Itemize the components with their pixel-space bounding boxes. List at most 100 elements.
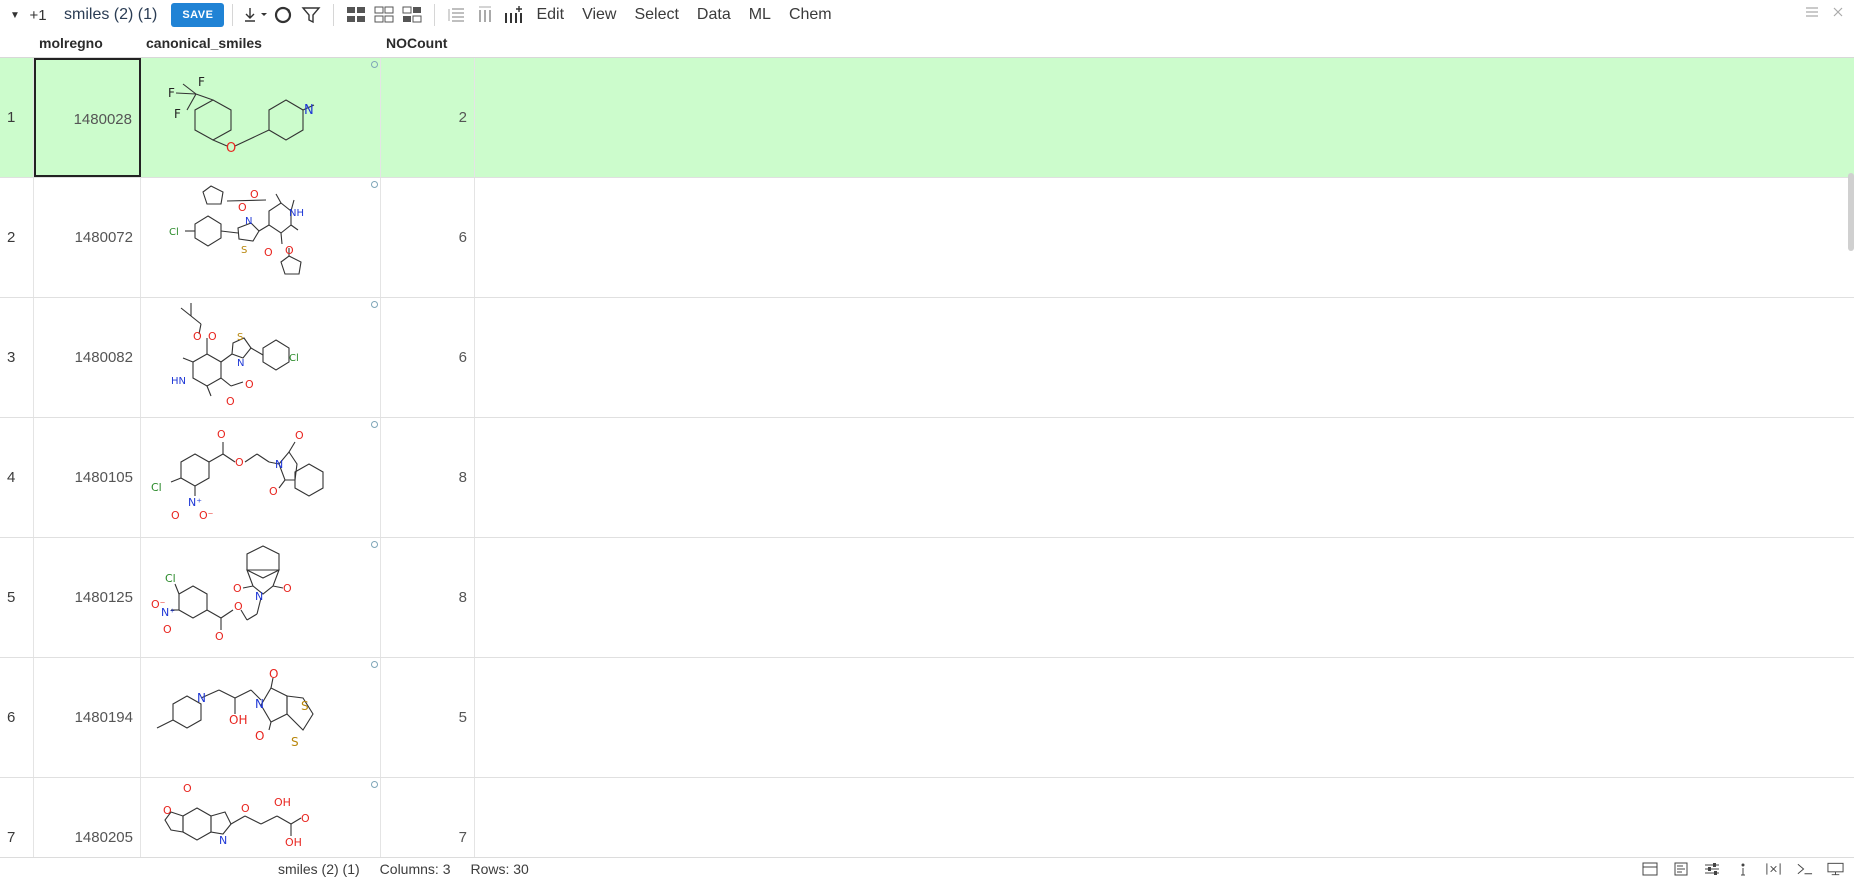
molregno-cell[interactable]: 1480028 xyxy=(34,58,141,177)
svg-text:O: O xyxy=(171,509,180,522)
tile-layout-icon[interactable] xyxy=(370,1,398,29)
console-icon[interactable] xyxy=(1796,861,1813,877)
column-options-icon[interactable] xyxy=(471,1,499,29)
menu-data[interactable]: Data xyxy=(688,6,740,24)
svg-text:O: O xyxy=(233,582,242,595)
row-number[interactable]: 7 xyxy=(0,778,34,857)
menu-edit[interactable]: Edit xyxy=(527,6,573,24)
variables-icon[interactable] xyxy=(1765,861,1782,877)
molecule-structure-cell[interactable]: N OH N O O S S xyxy=(141,658,381,777)
row-number[interactable]: 1 xyxy=(0,58,34,177)
svg-text:N⁺: N⁺ xyxy=(188,496,202,509)
toolbar-divider xyxy=(333,4,335,26)
refresh-icon[interactable] xyxy=(269,1,297,29)
molregno-cell[interactable]: 1480082 xyxy=(34,298,141,417)
row-number[interactable]: 5 xyxy=(0,538,34,657)
svg-text:O: O xyxy=(163,804,172,817)
grid-layout-icon[interactable] xyxy=(342,1,370,29)
svg-text:O⁻: O⁻ xyxy=(199,509,214,522)
molregno-cell[interactable]: 1480125 xyxy=(34,538,141,657)
svg-text:S: S xyxy=(237,332,243,343)
save-button[interactable]: SAVE xyxy=(171,3,225,27)
molecule-structure-cell[interactable]: O O NH N S Cl O O xyxy=(141,178,381,297)
molecule-structure-cell[interactable]: O O N O O Cl N⁺ O O⁻ xyxy=(141,418,381,537)
svg-text:O: O xyxy=(217,428,226,441)
svg-text:Cl: Cl xyxy=(289,353,299,364)
molregno-cell[interactable]: 1480105 xyxy=(34,418,141,537)
row-number[interactable]: 6 xyxy=(0,658,34,777)
view-title[interactable]: smiles (2) (1) xyxy=(64,6,157,24)
menu-chem[interactable]: Chem xyxy=(780,6,841,24)
molecule-structure-cell[interactable]: O O S N Cl HN O O xyxy=(141,298,381,417)
nocount-cell[interactable]: 8 xyxy=(381,538,475,657)
svg-text:O: O xyxy=(215,630,224,643)
svg-text:O: O xyxy=(226,141,236,156)
svg-text:S: S xyxy=(301,699,309,713)
molecule-structure-cell[interactable]: O O O OH O OH N xyxy=(141,778,381,857)
table-row[interactable]: 6 1480194 N OH N O O S S 5 xyxy=(0,658,1854,778)
nocount-cell[interactable]: 7 xyxy=(381,778,475,857)
molecule-structure-image: O O S N Cl HN O O xyxy=(171,303,299,408)
toolbar-divider xyxy=(434,4,436,26)
svg-text:N⁺: N⁺ xyxy=(161,606,175,619)
row-options-icon[interactable] xyxy=(443,1,471,29)
svg-text:O: O xyxy=(241,802,250,815)
row-status-dot xyxy=(371,661,378,668)
table-row[interactable]: 5 1480125 Cl O⁻ N⁺ O O O N O O 8 xyxy=(0,538,1854,658)
molecule-structure-image: O O O OH O OH N xyxy=(163,782,310,849)
row-number[interactable]: 2 xyxy=(0,178,34,297)
molregno-cell[interactable]: 1480194 xyxy=(34,658,141,777)
svg-text:O: O xyxy=(193,330,202,343)
table-row[interactable]: 2 1480072 O O NH N S Cl O O 6 xyxy=(0,178,1854,298)
svg-text:O: O xyxy=(208,330,217,343)
nocount-cell[interactable]: 2 xyxy=(381,58,475,177)
table-view-icon[interactable] xyxy=(1641,861,1658,877)
svg-text:O: O xyxy=(295,429,304,442)
molecule-structure-cell[interactable]: Cl O⁻ N⁺ O O O N O O xyxy=(141,538,381,657)
properties-icon[interactable] xyxy=(1672,861,1689,877)
download-icon[interactable] xyxy=(241,1,269,29)
svg-text:OH: OH xyxy=(285,836,302,849)
hamburger-menu-icon[interactable] xyxy=(1804,4,1820,20)
card-layout-icon[interactable] xyxy=(398,1,426,29)
svg-text:N: N xyxy=(275,458,283,471)
settings-sliders-icon[interactable] xyxy=(1703,861,1720,877)
menu-select[interactable]: Select xyxy=(625,6,687,24)
column-header-nocount[interactable]: NOCount xyxy=(381,30,476,57)
status-bar: smiles (2) (1) Columns: 3 Rows: 30 xyxy=(0,857,1854,880)
filter-icon[interactable] xyxy=(297,1,325,29)
caret-down-icon[interactable]: ▼ xyxy=(8,10,22,21)
data-grid[interactable]: molregno canonical_smiles NOCount 1 1480… xyxy=(0,30,1854,857)
add-view-button[interactable]: +1 xyxy=(24,7,52,24)
row-number[interactable]: 3 xyxy=(0,298,34,417)
status-table-name[interactable]: smiles (2) (1) xyxy=(278,861,360,877)
table-row[interactable]: 7 1480205 O O O OH O OH N 7 xyxy=(0,778,1854,857)
row-number[interactable]: 4 xyxy=(0,418,34,537)
table-row[interactable]: 1 1480028 F F F O N 2 xyxy=(0,58,1854,178)
vertical-scrollbar[interactable] xyxy=(1848,173,1854,251)
svg-text:N: N xyxy=(304,103,314,118)
column-header-molregno[interactable]: molregno xyxy=(34,30,139,57)
svg-text:O: O xyxy=(269,667,278,681)
add-column-icon[interactable] xyxy=(499,1,527,29)
svg-text:O: O xyxy=(269,485,278,498)
toolbar-divider xyxy=(232,4,234,26)
molregno-cell[interactable]: 1480205 xyxy=(34,778,141,857)
status-rows-count[interactable]: Rows: 30 xyxy=(470,861,528,877)
menu-ml[interactable]: ML xyxy=(740,6,780,24)
status-columns-count[interactable]: Columns: 3 xyxy=(380,861,451,877)
molecule-structure-cell[interactable]: F F F O N xyxy=(141,58,381,177)
column-header-canonical-smiles[interactable]: canonical_smiles xyxy=(141,30,376,57)
nocount-cell[interactable]: 5 xyxy=(381,658,475,777)
molregno-cell[interactable]: 1480072 xyxy=(34,178,141,297)
menu-view[interactable]: View xyxy=(573,6,625,24)
table-row[interactable]: 3 1480082 O O S N Cl HN O O 6 xyxy=(0,298,1854,418)
row-status-dot xyxy=(371,781,378,788)
nocount-cell[interactable]: 6 xyxy=(381,298,475,417)
nocount-cell[interactable]: 6 xyxy=(381,178,475,297)
info-icon[interactable] xyxy=(1734,861,1751,877)
presentation-icon[interactable] xyxy=(1827,861,1844,877)
table-row[interactable]: 4 1480105 O O N O O Cl N⁺ O O⁻ 8 xyxy=(0,418,1854,538)
close-icon[interactable] xyxy=(1830,4,1846,20)
nocount-cell[interactable]: 8 xyxy=(381,418,475,537)
